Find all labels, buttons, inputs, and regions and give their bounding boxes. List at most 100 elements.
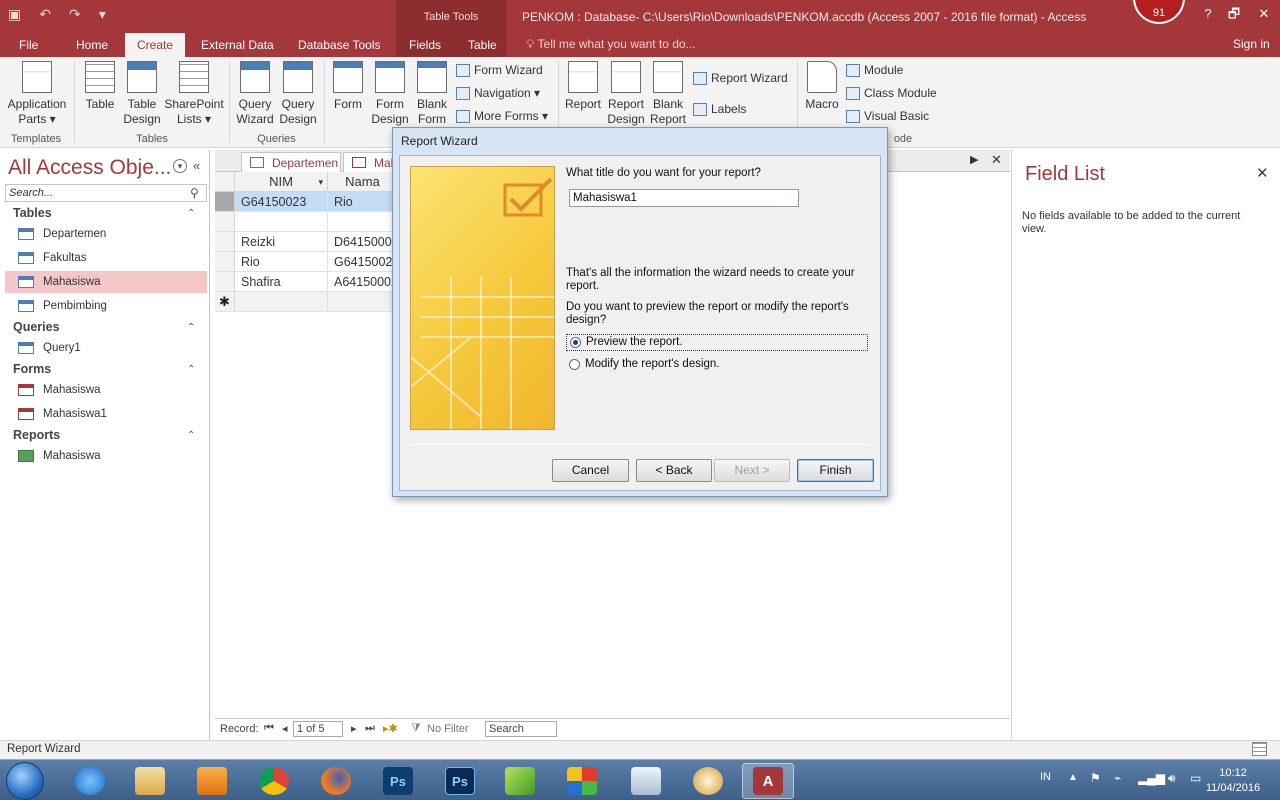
user-badge[interactable]: 91 [1133,0,1185,24]
system-clock[interactable]: 10:12 11/04/2016 [1200,766,1266,796]
row-selector[interactable] [215,272,235,292]
new-record-cell[interactable] [235,292,328,312]
table-cell[interactable] [235,212,328,232]
tab-table[interactable]: Table [457,33,508,57]
chevron-down-icon[interactable]: ▾ [173,159,187,173]
report-title-input[interactable]: Mahasiswa1 [569,189,799,207]
form-design-button[interactable]: Form Design [370,61,410,127]
sign-in-link[interactable]: Sign in [1233,37,1270,51]
table-design-button[interactable]: Table Design [122,61,162,127]
doc-tab-departemen[interactable]: Departemen [241,152,341,172]
nav-group-forms[interactable]: Forms [13,362,51,376]
table-cell[interactable]: D641500011 [328,232,398,252]
row-selector[interactable] [215,212,235,232]
nav-item-form-mahasiswa[interactable]: Mahasiswa [5,379,207,401]
taskbar-photoshop-cs[interactable]: Ps [434,763,486,799]
form-button[interactable]: Form [328,61,368,112]
taskbar-chrome[interactable] [248,763,300,799]
customize-qat-icon[interactable]: ▾ [99,6,106,23]
collapse-group-icon[interactable]: ⌃ [187,208,195,219]
taskbar-media-player[interactable] [186,763,238,799]
collapse-pane-icon[interactable]: « [193,158,200,173]
tab-create[interactable]: Create [125,33,185,57]
table-cell[interactable] [328,212,398,232]
table-cell[interactable]: Reizki [235,232,328,252]
no-filter-indicator[interactable]: No Filter [427,723,469,735]
report-button[interactable]: Report [563,61,603,112]
start-button[interactable] [6,762,44,800]
radio-modify-design[interactable]: Modify the report's design. [566,356,868,373]
nav-item-pembimbing[interactable]: Pembimbing [5,295,207,317]
new-record-marker[interactable]: ✱ [215,292,235,312]
network-icon[interactable]: ▂▄▆ [1138,771,1165,785]
tell-me-search[interactable]: 💡︎ Tell me what you want to do... [526,37,696,52]
collapse-group-icon[interactable]: ⌃ [187,322,195,333]
volume-icon[interactable]: 🔊︎ [1168,771,1176,786]
last-record-icon[interactable]: ⏭︎ [365,722,375,735]
cancel-button[interactable]: Cancel [552,459,629,482]
table-cell[interactable]: Rio [328,192,398,212]
dropdown-arrow-icon[interactable]: ▾ [318,172,323,192]
close-icon[interactable]: ✕ [1256,164,1269,182]
restore-button[interactable]: 🗗 [1222,4,1246,24]
finish-button[interactable]: Finish [797,459,874,482]
close-document-icon[interactable]: ✕ [991,152,1002,168]
macro-button[interactable]: Macro [802,61,842,112]
visual-basic-button[interactable]: Visual Basic [846,109,929,123]
taskbar-firefox[interactable] [310,763,362,799]
close-button[interactable]: ✕ [1252,4,1276,24]
nav-item-form-mahasiswa1[interactable]: Mahasiswa1 [5,403,207,425]
nav-item-report-mahasiswa[interactable]: Mahasiswa [5,445,207,467]
select-all-corner[interactable] [215,172,235,192]
query-design-button[interactable]: Query Design [277,61,319,127]
taskbar-internet-explorer[interactable] [64,763,116,799]
navigation-pane-title[interactable]: All Access Obje... [8,156,171,180]
report-wizard-button[interactable]: Report Wizard [693,71,788,85]
tab-file[interactable]: File [8,33,49,57]
back-button[interactable]: < Back [636,459,712,482]
search-icon[interactable]: ⚲ [190,186,199,200]
tab-fields[interactable]: Fields [398,33,452,57]
nav-item-mahasiswa[interactable]: Mahasiswa [5,271,207,293]
undo-icon[interactable]: ↶ [39,6,51,23]
tab-home[interactable]: Home [65,33,119,57]
new-record-icon[interactable]: ▸✱ [383,722,398,735]
row-selector[interactable] [215,252,235,272]
table-cell[interactable]: G641500231 [328,252,398,272]
blank-form-button[interactable]: Blank Form [412,61,452,127]
help-button[interactable]: ? [1196,4,1220,24]
labels-button[interactable]: Labels [693,102,746,116]
nav-group-reports[interactable]: Reports [13,428,60,442]
report-design-button[interactable]: Report Design [605,61,647,127]
sharepoint-lists-button[interactable]: SharePoint Lists ▾ [164,61,224,127]
taskbar-access[interactable]: A [742,763,794,799]
class-module-button[interactable]: Class Module [846,86,937,100]
more-forms-button[interactable]: More Forms ▾ [456,109,548,123]
save-icon[interactable]: ▣ [8,6,21,23]
previous-record-icon[interactable]: ◂ [282,722,288,735]
taskbar-paint-brush[interactable] [682,763,734,799]
table-button[interactable]: Table [80,61,120,112]
nav-item-query1[interactable]: Query1 [5,337,207,359]
language-indicator[interactable]: IN [1040,771,1051,783]
query-wizard-button[interactable]: Query Wizard [234,61,276,127]
current-record-input[interactable]: 1 of 5 [293,721,343,737]
form-wizard-button[interactable]: Form Wizard [456,63,543,77]
module-button[interactable]: Module [846,63,903,77]
column-header-nim[interactable]: NIM ▾ [235,172,328,192]
navigation-search-input[interactable]: Search... [5,184,207,202]
redo-icon[interactable]: ↷ [69,6,81,23]
tab-database-tools[interactable]: Database Tools [287,33,392,57]
next-record-icon[interactable]: ▸ [351,722,357,735]
row-selector[interactable] [215,232,235,252]
radio-preview-report[interactable]: Preview the report. [566,334,868,351]
nav-item-departemen[interactable]: Departemen [5,223,207,245]
usb-icon[interactable]: ⌁ [1114,771,1121,785]
taskbar-keyboard[interactable] [620,763,672,799]
scroll-tabs-right-icon[interactable]: ▶ [970,153,978,166]
collapse-group-icon[interactable]: ⌃ [187,364,195,375]
next-button[interactable]: Next > [714,459,790,482]
blank-report-button[interactable]: Blank Report [648,61,688,127]
record-search-input[interactable]: Search [485,721,557,737]
datasheet-view-icon[interactable] [1252,742,1267,756]
